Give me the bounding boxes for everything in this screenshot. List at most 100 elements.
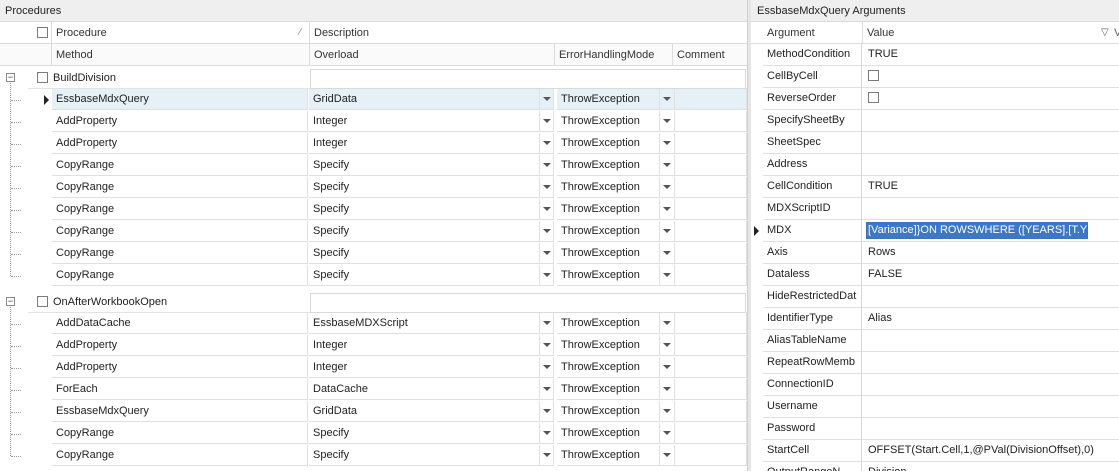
argument-value-cell[interactable]: TRUE [862,176,1119,198]
argument-column-header[interactable]: Argument [763,22,862,44]
overload-dropdown-button[interactable] [539,265,554,286]
error-handling-dropdown-button[interactable] [659,265,675,286]
comment-cell[interactable] [675,243,747,264]
error-handling-dropdown-button[interactable] [659,155,675,176]
method-row[interactable]: CopyRange Specify ThrowException [28,265,747,287]
overload-dropdown-button[interactable] [539,445,554,466]
error-handling-select[interactable]: ThrowException [557,133,675,154]
argument-value-cell[interactable]: TRUE [862,44,1119,66]
method-cell[interactable]: CopyRange [52,243,308,264]
error-handling-dropdown-button[interactable] [659,221,675,242]
method-row[interactable]: CopyRange Specify ThrowException [28,445,747,467]
error-handling-select[interactable]: ThrowException [557,199,675,220]
argument-row[interactable]: SheetSpec [751,132,1119,154]
method-cell[interactable]: ForEach [52,379,308,400]
argument-row[interactable]: HideRestrictedDat [751,286,1119,308]
overload-select[interactable]: Specify [309,155,553,176]
argument-value-cell[interactable]: [Variance]}ON ROWSWHERE ([YEARS].[T.YEAR… [862,220,1119,242]
overload-select[interactable]: GridData [309,401,553,422]
procedure-description-field[interactable] [310,293,746,313]
procedure-column-header[interactable]: Procedure ⁄ [51,22,309,44]
error-handling-select[interactable]: ThrowException [557,313,675,334]
overload-select[interactable]: DataCache [309,379,553,400]
error-handling-select[interactable]: ThrowException [557,177,675,198]
argument-row[interactable]: AliasTableName [751,330,1119,352]
error-handling-dropdown-button[interactable] [659,313,675,334]
collapse-group-icon[interactable]: − [6,297,15,306]
overload-select[interactable]: Integer [309,133,553,154]
method-row[interactable]: AddProperty Integer ThrowException [28,357,747,379]
method-column-header[interactable]: Method [51,44,309,66]
method-cell[interactable]: CopyRange [52,423,308,444]
argument-checkbox[interactable] [868,70,879,81]
argument-value-cell[interactable] [862,396,1119,418]
argument-row[interactable]: ConnectionID [751,374,1119,396]
argument-row[interactable]: CellByCell [751,66,1119,88]
argument-value-cell[interactable] [862,88,1119,110]
overload-select[interactable]: Specify [309,445,553,466]
argument-row[interactable]: StartCell OFFSET(Start.Cell,1,@PVal(Divis… [751,440,1119,462]
method-row[interactable]: CopyRange Specify ThrowException [28,199,747,221]
argument-value-cell[interactable] [862,198,1119,220]
method-cell[interactable]: AddDataCache [52,313,308,334]
argument-row[interactable]: Password [751,418,1119,440]
procedure-checkbox[interactable] [37,72,48,83]
overload-dropdown-button[interactable] [539,335,554,356]
argument-value-cell[interactable]: Rows [862,242,1119,264]
overload-dropdown-button[interactable] [539,133,554,154]
error-handling-dropdown-button[interactable] [659,111,675,132]
overload-dropdown-button[interactable] [539,313,554,334]
comment-cell[interactable] [675,111,747,132]
error-handling-select[interactable]: ThrowException [557,423,675,444]
comment-cell[interactable] [675,89,747,110]
overload-select[interactable]: Specify [309,423,553,444]
error-handling-dropdown-button[interactable] [659,199,675,220]
argument-value-cell[interactable] [862,330,1119,352]
method-row[interactable]: CopyRange Specify ThrowException [28,221,747,243]
method-row[interactable]: AddProperty Integer ThrowException [28,335,747,357]
error-handling-dropdown-button[interactable] [659,445,675,466]
method-row[interactable]: AddProperty Integer ThrowException [28,133,747,155]
overload-dropdown-button[interactable] [539,89,554,110]
error-handling-select[interactable]: ThrowException [557,445,675,466]
method-cell[interactable]: CopyRange [52,155,308,176]
method-row[interactable]: EssbaseMdxQuery GridData ThrowException [28,401,747,423]
error-handling-dropdown-button[interactable] [659,401,675,422]
filter-icon[interactable]: ▽ [1101,22,1109,44]
error-handling-select[interactable]: ThrowException [557,357,675,378]
comment-cell[interactable] [675,221,747,242]
argument-row[interactable]: MethodCondition TRUE [751,44,1119,66]
method-row[interactable]: CopyRange Specify ThrowException [28,177,747,199]
argument-value-cell[interactable]: FALSE [862,264,1119,286]
method-row[interactable]: ForEach DataCache ThrowException [28,379,747,401]
overload-dropdown-button[interactable] [539,243,554,264]
error-handling-dropdown-button[interactable] [659,379,675,400]
comment-cell[interactable] [675,199,747,220]
method-cell[interactable]: AddProperty [52,357,308,378]
method-cell[interactable]: CopyRange [52,177,308,198]
comment-cell[interactable] [675,401,747,422]
select-all-procedures-checkbox[interactable] [37,27,48,38]
overload-select[interactable]: Specify [309,221,553,242]
argument-value-cell[interactable]: Alias [862,308,1119,330]
comment-cell[interactable] [675,379,747,400]
method-cell[interactable]: AddProperty [52,111,308,132]
error-handling-select[interactable]: ThrowException [557,155,675,176]
comment-cell[interactable] [675,265,747,286]
method-row[interactable]: CopyRange Specify ThrowException [28,243,747,265]
argument-value-cell[interactable] [862,286,1119,308]
overload-dropdown-button[interactable] [539,155,554,176]
overload-dropdown-button[interactable] [539,357,554,378]
argument-value-cell[interactable] [862,110,1119,132]
overload-select[interactable]: Specify [309,199,553,220]
argument-value-cell[interactable]: Division [862,462,1119,471]
overload-select[interactable]: EssbaseMDXScript [309,313,553,334]
method-cell[interactable]: CopyRange [52,221,308,242]
comment-column-header[interactable]: Comment [672,44,747,66]
method-cell[interactable]: AddProperty [52,335,308,356]
mdx-value-input[interactable]: [Variance]}ON ROWSWHERE ([YEARS].[T.YEAR… [866,222,1088,239]
error-handling-select[interactable]: ThrowException [557,379,675,400]
argument-row[interactable]: RepeatRowMemb [751,352,1119,374]
method-cell[interactable]: EssbaseMdxQuery [52,89,308,110]
overload-select[interactable]: Specify [309,177,553,198]
